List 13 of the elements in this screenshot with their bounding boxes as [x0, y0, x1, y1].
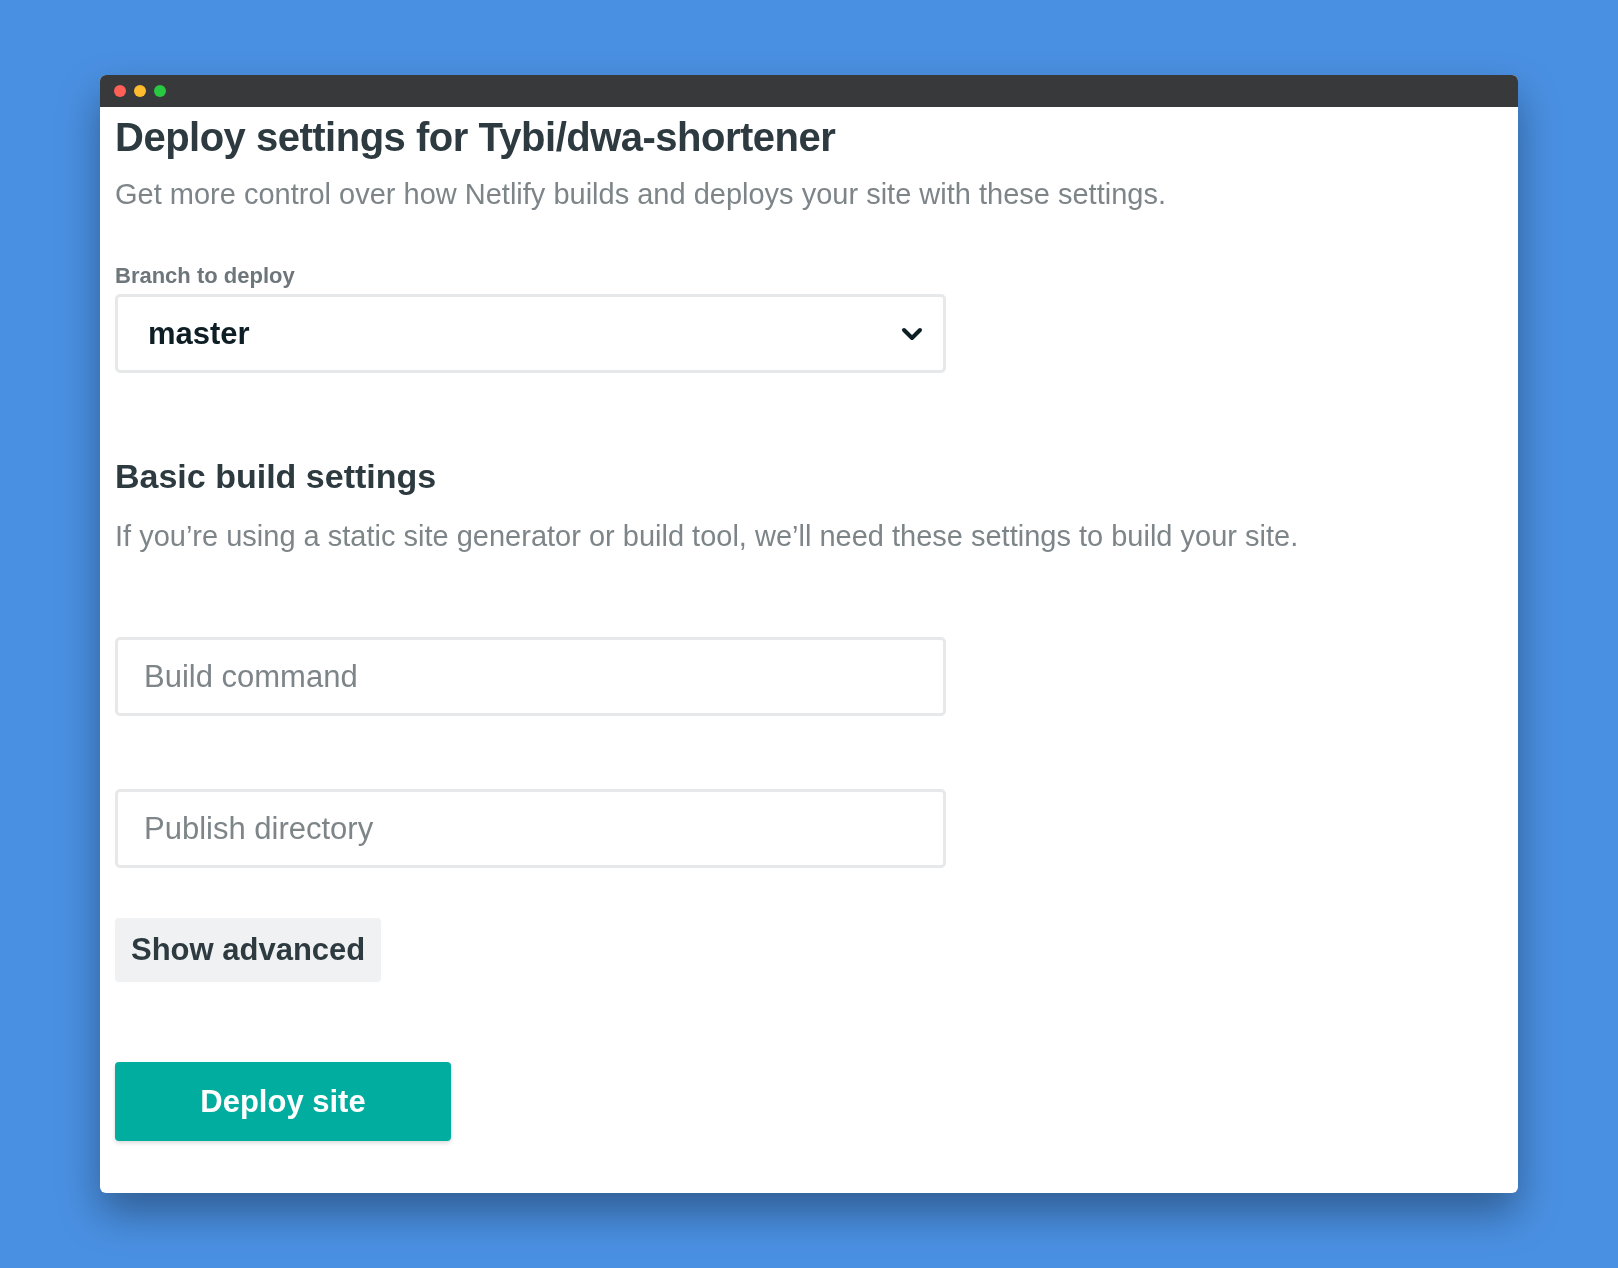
page-title: Deploy settings for Tybi/dwa-shortener: [115, 115, 836, 160]
page-subtitle: Get more control over how Netlify builds and deploys your site with these settings.: [115, 178, 1166, 211]
branch-select[interactable]: master: [115, 294, 946, 373]
advanced-button[interactable]: Show advanced: [115, 918, 382, 982]
minimize-icon[interactable]: [134, 85, 146, 97]
section-description: If you’re using a static site generator or build tool, we’ll need these settings to build your site.: [115, 520, 1299, 553]
chevron-down-icon: [901, 326, 923, 341]
field-label: Branch to deploy: [115, 263, 295, 289]
close-icon[interactable]: [114, 85, 126, 97]
maximize-icon[interactable]: [154, 85, 166, 97]
section-heading: Basic build settings: [115, 457, 437, 496]
input-field[interactable]: Build command: [115, 637, 946, 716]
input-field[interactable]: Publish directory: [115, 789, 946, 868]
